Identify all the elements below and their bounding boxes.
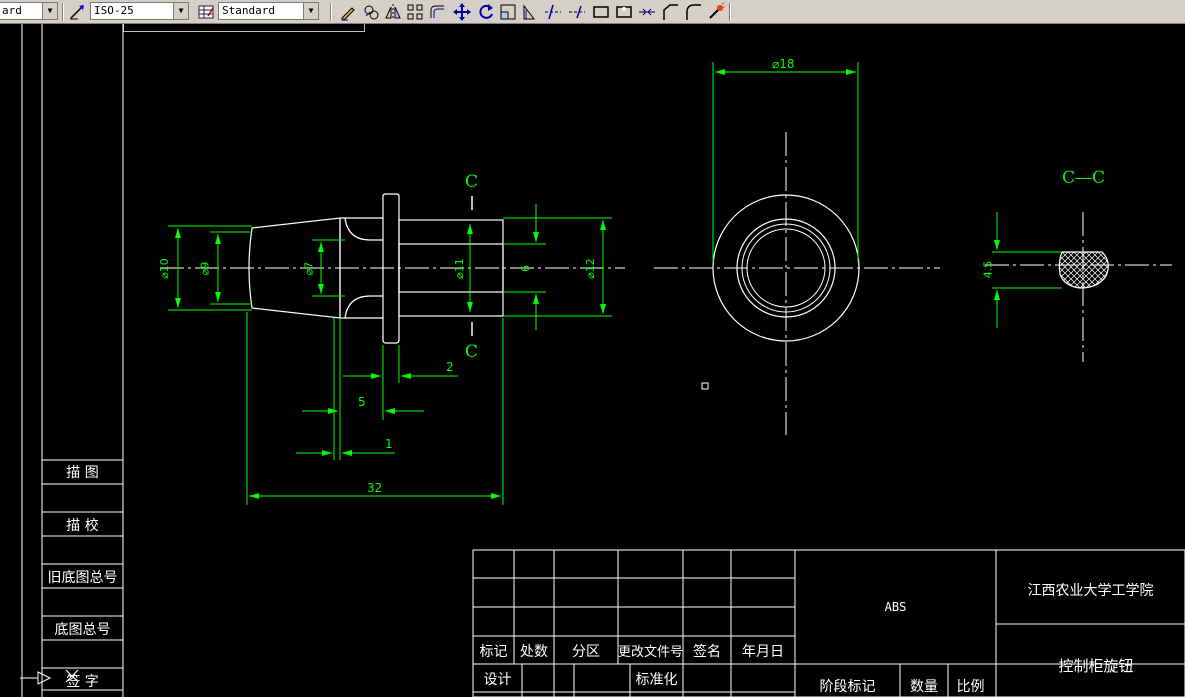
panel-label-signature: 签 字: [66, 674, 99, 690]
left-frame: [21, 24, 124, 697]
dim-5: 5: [358, 395, 366, 409]
school-name: 江西农业大学工学院: [1027, 583, 1154, 599]
dim-dia-18: ⌀18: [772, 57, 795, 71]
header-signature: 签名: [693, 644, 721, 660]
scale-label: 比例: [956, 679, 985, 695]
dim-1: 1: [385, 437, 393, 451]
dim-4-5: 4.5: [981, 260, 995, 279]
side-view: [654, 132, 940, 435]
dim-2: 2: [446, 360, 454, 374]
header-count: 处数: [520, 644, 548, 660]
panel-label-old-base-no: 旧底图总号: [47, 570, 118, 586]
panel-label-trace-check: 描 校: [66, 518, 99, 534]
dim-6: 6: [519, 265, 532, 272]
stage-mark-label: 阶段标记: [819, 679, 876, 695]
header-mark: 标记: [479, 644, 508, 660]
section-view-title: C—C: [1062, 168, 1106, 188]
dim-dia-9: ⌀9: [198, 261, 212, 276]
dim-dia-11: ⌀11: [452, 258, 466, 279]
header-change-doc: 更改文件号: [617, 645, 683, 660]
standardize-label: 标准化: [635, 672, 678, 688]
header-date: 年月日: [742, 644, 784, 660]
panel-label-trace: 描 图: [66, 465, 99, 481]
dim-dia-10: ⌀10: [157, 258, 171, 279]
section-view-dimensions: [992, 212, 1062, 328]
panel-label-base-no: 底图总号: [54, 622, 111, 638]
front-view-dimensions: [168, 204, 612, 505]
material-text: ABS: [884, 600, 907, 614]
part-name: 控制柜旋钮: [1058, 657, 1134, 675]
section-label-top: C: [465, 172, 479, 192]
section-label-bottom: C: [465, 342, 479, 362]
header-zone: 分区: [572, 644, 600, 660]
design-label: 设计: [483, 672, 512, 688]
dim-dia-7: ⌀7: [302, 261, 316, 276]
dim-dia-12: ⌀12: [583, 258, 597, 279]
dim-32: 32: [367, 481, 383, 495]
quantity-label: 数量: [910, 679, 938, 695]
section-view: [985, 212, 1172, 362]
